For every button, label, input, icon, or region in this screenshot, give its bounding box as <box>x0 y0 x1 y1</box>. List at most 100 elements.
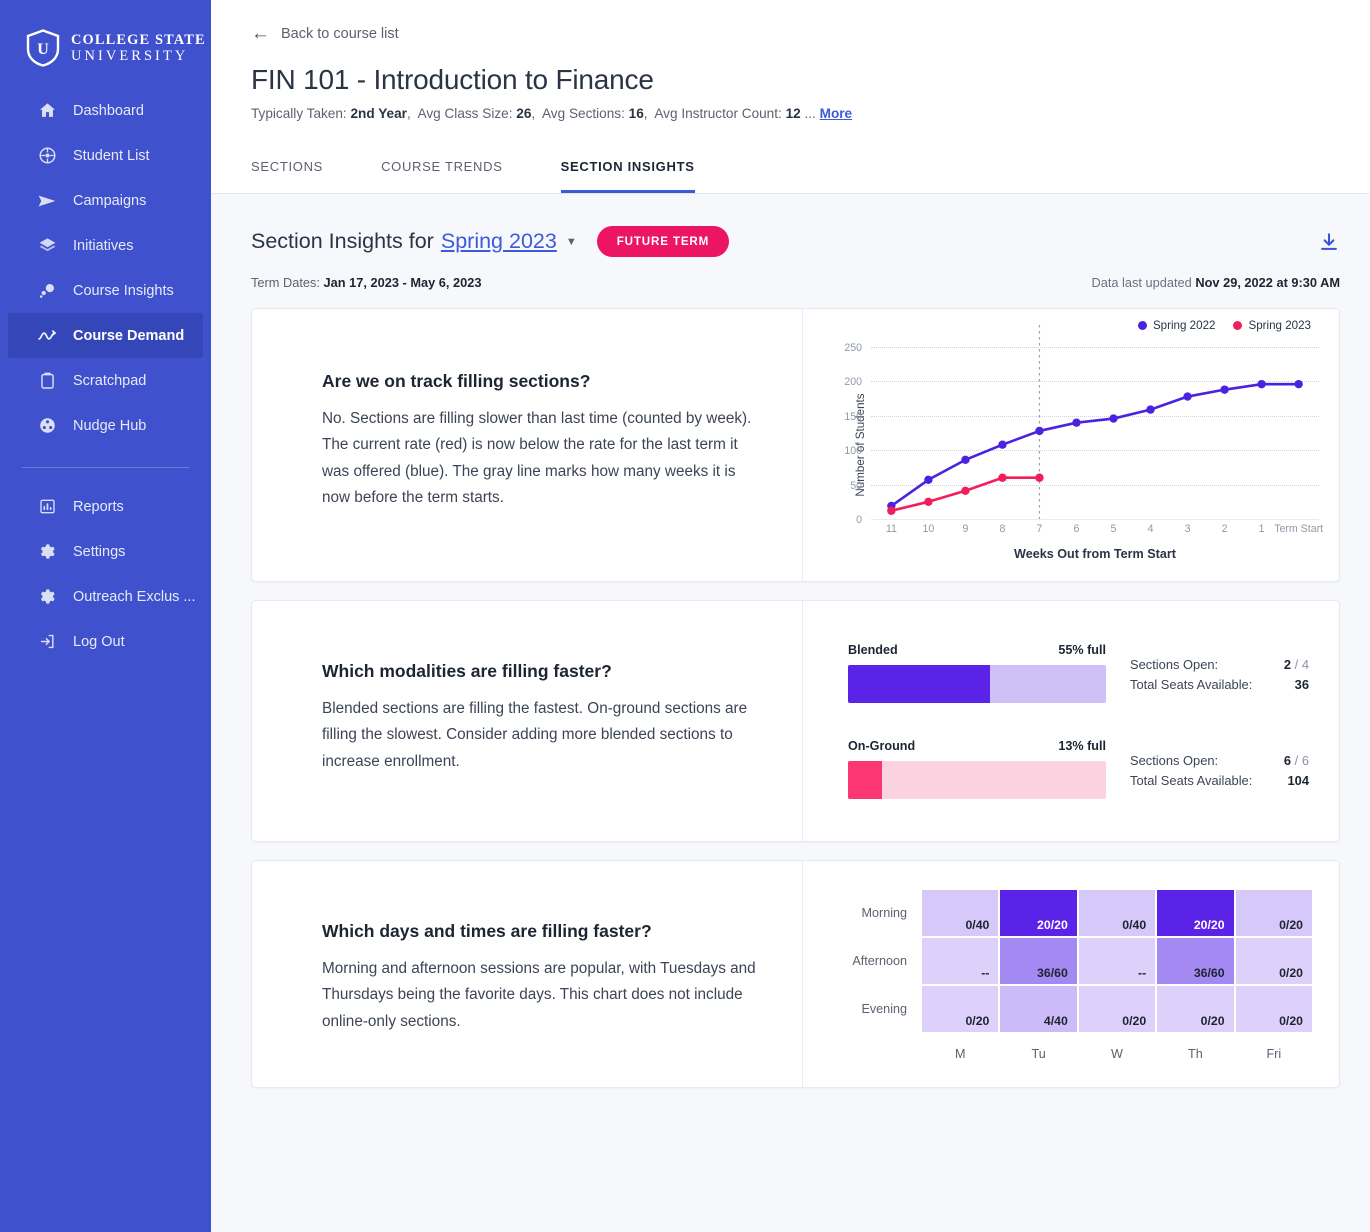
heatmap-cell[interactable]: 0/20 <box>921 985 1000 1033</box>
sidebar-item-log-out[interactable]: Log Out <box>8 619 203 664</box>
sidebar-item-label: Initiatives <box>73 237 134 254</box>
legend-swatch-icon <box>1137 321 1147 330</box>
sidebar-item-nudge-hub[interactable]: Nudge Hub <box>8 403 203 448</box>
y-axis-tick-label: 100 <box>844 445 862 458</box>
heatmap-cell[interactable]: 36/60 <box>1156 937 1235 985</box>
logout-icon <box>37 632 57 652</box>
heatmap-cell[interactable]: 0/40 <box>1077 889 1157 937</box>
x-axis-tick-label: 9 <box>962 523 969 535</box>
data-point <box>1146 405 1155 414</box>
modality-bar-column: Blended 55% full <box>848 643 1106 703</box>
sidebar-item-label: Settings <box>73 543 126 560</box>
meta-ellipsis: ... <box>804 106 816 121</box>
meta-avg-sections-value: 16 <box>628 106 644 121</box>
modality-progress-track <box>848 665 1106 703</box>
card-chart-block: Spring 2022 Spring 2023 Number of Studen… <box>802 309 1339 581</box>
app-root: U COLLEGE STATE UNIVERSITY Dashboard Stu… <box>0 0 1370 1232</box>
meta-avg-instructor-value: 12 <box>785 106 801 121</box>
heatmap-cell[interactable]: 36/60 <box>999 937 1078 985</box>
tab-sections[interactable]: SECTIONS <box>251 141 323 193</box>
sidebar-item-label: Campaigns <box>73 192 147 209</box>
stat-label: Sections Open: <box>1130 657 1219 672</box>
x-axis-tick-label: 7 <box>1036 523 1043 535</box>
heatmap-grid: Morning 0/40 20/20 0/40 20/20 0/20 Afternoon --… <box>829 889 1313 1061</box>
heatmap-cell[interactable]: -- <box>921 937 1000 985</box>
sidebar-item-student-list[interactable]: Student List <box>8 133 203 178</box>
main-area: ← Back to course list FIN 101 - Introduc… <box>211 0 1370 1232</box>
sidebar-item-campaigns[interactable]: Campaigns <box>8 178 203 223</box>
meta-typically-taken-value: 2nd Year <box>350 106 407 121</box>
brand-line-1: COLLEGE STATE <box>71 31 206 48</box>
gridline: 0 <box>856 514 1319 526</box>
x-axis-tick-label: 3 <box>1184 523 1191 535</box>
term-dates-label: Term Dates: <box>251 275 320 290</box>
stat-line: Sections Open: 2 / 4 <box>1130 657 1309 672</box>
heatmap-cell[interactable]: 0/40 <box>921 889 1000 937</box>
clipboard-icon <box>37 371 57 391</box>
trend-icon <box>37 326 57 346</box>
sidebar-item-label: Outreach Exclus ... <box>73 588 196 605</box>
data-point <box>961 455 970 465</box>
stat-label: Sections Open: <box>1130 753 1219 768</box>
x-axis-title: Weeks Out from Term Start <box>1014 547 1176 561</box>
heatmap-cell[interactable]: 0/20 <box>1077 985 1157 1033</box>
data-last-updated: Data last updated Nov 29, 2022 at 9:30 A… <box>1091 275 1340 290</box>
tab-course-trends[interactable]: COURSE TRENDS <box>381 141 503 193</box>
data-point <box>961 486 970 495</box>
sidebar-item-label: Course Demand <box>73 327 185 344</box>
x-axis-tick-label: 11 <box>885 523 897 535</box>
download-button[interactable] <box>1318 231 1340 253</box>
sidebar-item-course-demand[interactable]: Course Demand <box>8 313 203 358</box>
brand-logo[interactable]: U COLLEGE STATE UNIVERSITY <box>0 0 211 78</box>
sidebar-item-reports[interactable]: Reports <box>8 484 203 529</box>
sidebar-item-outreach-exclusions[interactable]: Outreach Exclus ... <box>8 574 203 619</box>
heatmap-cell[interactable]: 0/20 <box>1234 889 1313 937</box>
sidebar-item-dashboard[interactable]: Dashboard <box>8 88 203 133</box>
x-axis-tick-label: 8 <box>999 523 1006 535</box>
card-answer: Blended sections are filling the fastest… <box>322 700 748 770</box>
meta-avg-class-size-value: 26 <box>516 106 532 121</box>
bar-chart-icon <box>37 497 57 517</box>
heatmap-cell[interactable]: 20/20 <box>999 889 1078 937</box>
meta-avg-instructor-label: Avg Instructor Count: <box>654 106 782 121</box>
card-text-block: Are we on track filling sections? No. Se… <box>252 309 802 581</box>
tab-section-insights[interactable]: SECTION INSIGHTS <box>560 141 695 193</box>
heatmap-cell[interactable]: 4/40 <box>999 985 1078 1033</box>
heatmap-cell[interactable]: 0/20 <box>1156 985 1235 1033</box>
legend-label: Spring 2022 <box>1152 319 1216 332</box>
sidebar-item-label: Log Out <box>73 633 125 650</box>
card-question: Which modalities are filling faster? <box>322 661 612 681</box>
sidebar-item-initiatives[interactable]: Initiatives <box>8 223 203 268</box>
x-axis-tick-label: Term Start <box>1274 523 1324 535</box>
back-to-course-list-link[interactable]: ← Back to course list <box>251 24 399 43</box>
updated-value: Nov 29, 2022 at 9:30 AM <box>1195 275 1340 290</box>
x-axis-tick-label: 1 <box>1258 523 1265 535</box>
modality-row: On-Ground 13% full Sections Open: 6 / 6 Tota… <box>848 739 1309 799</box>
modality-header: On-Ground 13% full <box>848 739 1106 753</box>
sidebar-item-scratchpad[interactable]: Scratchpad <box>8 358 203 403</box>
gear-icon <box>37 542 57 562</box>
heatmap-cell[interactable]: 0/20 <box>1234 985 1313 1033</box>
heatmap-cell[interactable]: 20/20 <box>1156 889 1235 937</box>
legend-item-spring-2022: Spring 2022 <box>1137 319 1216 332</box>
meta-more-link[interactable]: More <box>820 106 852 121</box>
term-dates-value: Jan 17, 2023 - May 6, 2023 <box>323 275 482 290</box>
sidebar-item-label: Dashboard <box>73 102 144 119</box>
stat-line: Sections Open: 6 / 6 <box>1130 753 1309 768</box>
card-question: Are we on track filling sections? <box>322 371 591 391</box>
line-chart: Spring 2022 Spring 2023 Number of Studen… <box>803 309 1339 581</box>
modality-label: Blended <box>848 643 898 657</box>
card-question: Which days and times are filling faster? <box>322 921 652 941</box>
meta-avg-class-size-label: Avg Class Size: <box>417 106 513 121</box>
legend-item-spring-2023: Spring 2023 <box>1233 319 1311 332</box>
data-point <box>924 497 933 506</box>
section-title-prefix: Section Insights for <box>251 229 434 253</box>
chevron-down-icon[interactable]: ▼ <box>566 236 577 248</box>
stat-label: Total Seats Available: <box>1130 677 1253 692</box>
heatmap-cell[interactable]: 0/20 <box>1234 937 1313 985</box>
card-modalities: Which modalities are filling faster? Ble… <box>251 600 1340 842</box>
sidebar-item-course-insights[interactable]: Course Insights <box>8 268 203 313</box>
term-selector-link[interactable]: Spring 2023 <box>441 229 557 254</box>
heatmap-cell[interactable]: -- <box>1077 937 1157 985</box>
sidebar-item-settings[interactable]: Settings <box>8 529 203 574</box>
